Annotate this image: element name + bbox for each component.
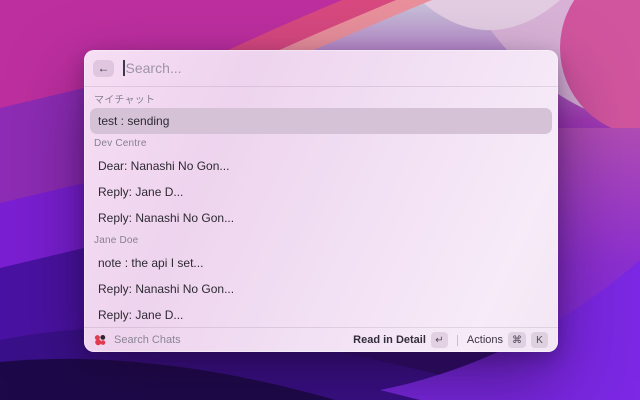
search-bar: ← Search... — [84, 50, 558, 87]
list-item-label: Reply: Jane D... — [98, 185, 184, 199]
list-item[interactable]: note : the api I set... — [90, 250, 552, 276]
text-caret — [123, 60, 125, 76]
actions-label: Actions — [466, 334, 503, 346]
list-item[interactable]: Dear: Nanashi No Gon... — [90, 153, 552, 179]
footer-app: Search Chats — [94, 334, 181, 346]
list-item-label: Reply: Jane D... — [98, 308, 184, 322]
list-item-label: Dear: Nanashi No Gon... — [98, 159, 230, 173]
section-header: Jane Doe — [94, 235, 139, 246]
search-input[interactable]: Search... — [126, 60, 182, 76]
list-item-label: test : sending — [98, 114, 170, 128]
list-item-label: Reply: Nanashi No Gon... — [98, 282, 235, 296]
extension-logo-icon — [94, 335, 106, 346]
footer-actions: Read in Detail ↵ Actions ⌘ K — [353, 332, 548, 348]
search-palette-window: ← Search... マイチャット test : sending Dev Ce… — [84, 50, 558, 352]
results-list: マイチャット test : sending Dev Centre Dear: N… — [84, 87, 558, 327]
list-item[interactable]: Reply: Jane D... — [90, 179, 552, 205]
section-header: マイチャット — [94, 95, 156, 106]
actions-button[interactable]: Actions ⌘ K — [467, 332, 548, 348]
back-button[interactable]: ← — [93, 59, 114, 77]
section-header: Dev Centre — [94, 138, 147, 149]
k-key-icon: K — [531, 332, 548, 348]
read-in-detail-label: Read in Detail — [353, 334, 426, 346]
footer-app-name: Search Chats — [114, 334, 181, 346]
list-item[interactable]: test : sending — [90, 108, 552, 134]
back-arrow-icon: ← — [97, 61, 110, 75]
list-item[interactable]: Reply: Nanashi No Gon... — [90, 205, 552, 231]
list-item-label: note : the api I set... — [98, 256, 204, 270]
list-item-label: Reply: Nanashi No Gon... — [98, 211, 235, 225]
command-key-icon: ⌘ — [508, 332, 526, 348]
footer-divider — [456, 334, 458, 346]
return-key-icon: ↵ — [430, 332, 448, 348]
list-item[interactable]: Reply: Jane D... — [90, 302, 552, 327]
footer-bar: Search Chats Read in Detail ↵ Actions ⌘ … — [84, 327, 558, 352]
read-in-detail-button[interactable]: Read in Detail ↵ — [353, 332, 448, 348]
list-item[interactable]: Reply: Nanashi No Gon... — [90, 276, 552, 302]
